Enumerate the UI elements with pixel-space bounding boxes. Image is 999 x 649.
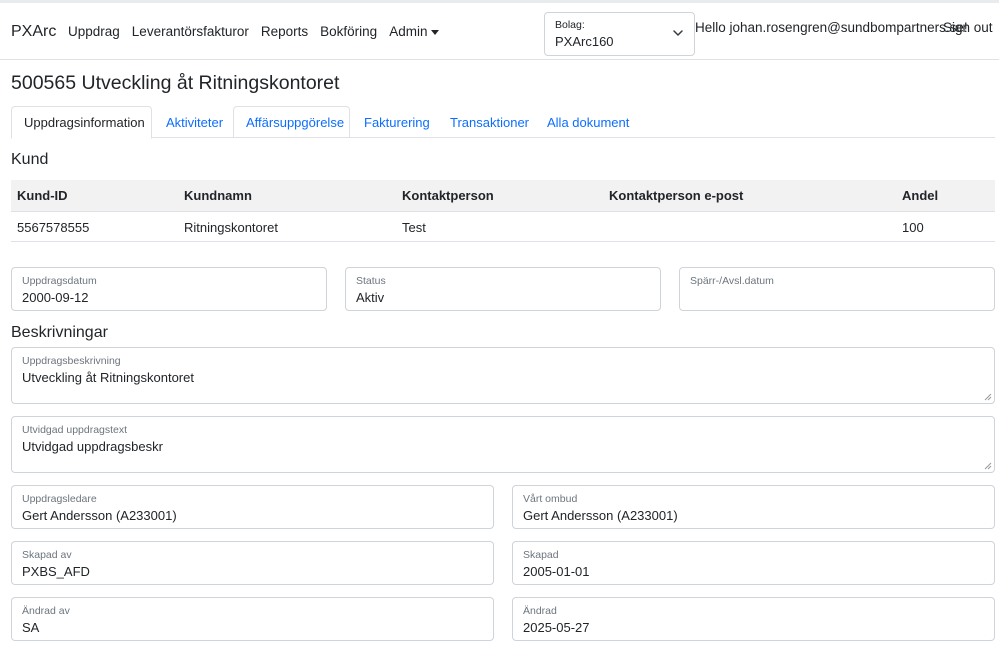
tab-transaktioner[interactable]: Transaktioner bbox=[437, 106, 542, 138]
skapad-av-value: PXBS_AFD bbox=[22, 564, 90, 579]
brand-logo[interactable]: PXArc bbox=[11, 23, 56, 41]
cell-kund-id: 5567578555 bbox=[17, 220, 90, 235]
sign-out-link[interactable]: Sign out bbox=[943, 20, 993, 35]
uppdragsledare-label: Uppdragsledare bbox=[22, 493, 97, 505]
top-navbar: PXArc Uppdrag Leverantörsfakturor Report… bbox=[0, 0, 999, 60]
uppdragsbeskrivning-textarea[interactable]: Uppdragsbeskrivning Utveckling åt Ritnin… bbox=[11, 347, 995, 404]
nav-link-uppdrag[interactable]: Uppdrag bbox=[68, 24, 120, 39]
tab-alla-dokument[interactable]: Alla dokument bbox=[534, 106, 642, 138]
nav-link-bokforing[interactable]: Bokföring bbox=[320, 24, 377, 39]
andrad-av-value: SA bbox=[22, 620, 40, 635]
section-kund-title: Kund bbox=[11, 151, 49, 168]
nav-link-reports[interactable]: Reports bbox=[261, 24, 308, 39]
utvidgad-uppdragstext-value: Utvidgad uppdragsbeskr bbox=[22, 439, 163, 454]
bolag-select[interactable]: Bolag: PXArc160 bbox=[544, 12, 695, 56]
vart-ombud-field[interactable]: Vårt ombud Gert Andersson (A233001) bbox=[512, 485, 995, 529]
resize-handle-icon[interactable] bbox=[984, 393, 992, 401]
andrad-av-label: Ändrad av bbox=[22, 605, 70, 617]
status-field[interactable]: Status Aktiv bbox=[345, 267, 661, 311]
status-value: Aktiv bbox=[356, 290, 385, 305]
col-header-kontaktperson-epost: Kontaktperson e-post bbox=[609, 188, 744, 203]
col-header-kontaktperson: Kontaktperson bbox=[402, 188, 494, 203]
status-label: Status bbox=[356, 275, 386, 287]
page-title: 500565 Utveckling åt Ritningskontoret bbox=[11, 72, 340, 94]
andrad-av-field[interactable]: Ändrad av SA bbox=[11, 597, 494, 641]
uppdragsledare-field[interactable]: Uppdragsledare Gert Andersson (A233001) bbox=[11, 485, 494, 529]
skapad-label: Skapad bbox=[523, 549, 559, 561]
uppdragsledare-value: Gert Andersson (A233001) bbox=[22, 508, 177, 523]
resize-handle-icon[interactable] bbox=[984, 462, 992, 470]
col-header-kund-id: Kund-ID bbox=[17, 188, 68, 203]
andrad-value: 2025-05-27 bbox=[523, 620, 590, 635]
andrad-field[interactable]: Ändrad 2025-05-27 bbox=[512, 597, 995, 641]
cell-kontaktperson: Test bbox=[402, 220, 426, 235]
vart-ombud-value: Gert Andersson (A233001) bbox=[523, 508, 678, 523]
nav-links: Uppdrag Leverantörsfakturor Reports Bokf… bbox=[68, 24, 440, 39]
tab-aktiviteter[interactable]: Aktiviteter bbox=[153, 106, 236, 138]
uppdragsdatum-value: 2000-09-12 bbox=[22, 290, 89, 305]
caret-down-icon bbox=[431, 30, 440, 35]
tab-fakturering[interactable]: Fakturering bbox=[351, 106, 443, 138]
table-row: 5567578555 Ritningskontoret Test 100 bbox=[11, 212, 995, 242]
section-beskrivningar-title: Beskrivningar bbox=[11, 324, 108, 341]
col-header-andel: Andel bbox=[902, 188, 939, 203]
tab-uppdragsinformation[interactable]: Uppdragsinformation bbox=[11, 106, 152, 139]
skapad-value: 2005-01-01 bbox=[523, 564, 590, 579]
uppdragsdatum-label: Uppdragsdatum bbox=[22, 275, 97, 287]
uppdragsbeskrivning-label: Uppdragsbeskrivning bbox=[22, 355, 121, 367]
cell-kundnamn: Ritningskontoret bbox=[184, 220, 278, 235]
uppdragsdatum-field[interactable]: Uppdragsdatum 2000-09-12 bbox=[11, 267, 327, 311]
sparr-avsl-datum-field[interactable]: Spärr-/Avsl.datum bbox=[679, 267, 995, 311]
tab-affarsuppgorelse[interactable]: Affärsuppgörelse bbox=[233, 106, 350, 138]
vart-ombud-label: Vårt ombud bbox=[523, 493, 578, 505]
andrad-label: Ändrad bbox=[523, 605, 557, 617]
utvidgad-uppdragstext-textarea[interactable]: Utvidgad uppdragstext Utvidgad uppdragsb… bbox=[11, 416, 995, 473]
utvidgad-uppdragstext-label: Utvidgad uppdragstext bbox=[22, 424, 128, 436]
bolag-label: Bolag: bbox=[555, 19, 585, 31]
uppdragsbeskrivning-value: Utveckling åt Ritningskontoret bbox=[22, 370, 194, 385]
skapad-av-field[interactable]: Skapad av PXBS_AFD bbox=[11, 541, 494, 585]
hello-user-text: Hello johan.rosengren@sundbompartners.se… bbox=[695, 20, 968, 35]
chevron-down-icon bbox=[673, 30, 683, 36]
nav-link-leverantorsfakturor[interactable]: Leverantörsfakturor bbox=[132, 24, 249, 39]
sparr-avsl-datum-label: Spärr-/Avsl.datum bbox=[690, 275, 774, 287]
cell-andel: 100 bbox=[902, 220, 924, 235]
skapad-av-label: Skapad av bbox=[22, 549, 72, 561]
nav-admin-label: Admin bbox=[389, 24, 428, 39]
skapad-field[interactable]: Skapad 2005-01-01 bbox=[512, 541, 995, 585]
bolag-value: PXArc160 bbox=[555, 34, 614, 49]
col-header-kundnamn: Kundnamn bbox=[184, 188, 252, 203]
nav-admin-dropdown[interactable]: Admin bbox=[389, 24, 440, 39]
tab-bar: Uppdragsinformation Aktiviteter Affärsup… bbox=[11, 106, 995, 139]
table-header-row: Kund-ID Kundnamn Kontaktperson Kontaktpe… bbox=[11, 180, 995, 212]
kund-table: Kund-ID Kundnamn Kontaktperson Kontaktpe… bbox=[11, 180, 995, 242]
